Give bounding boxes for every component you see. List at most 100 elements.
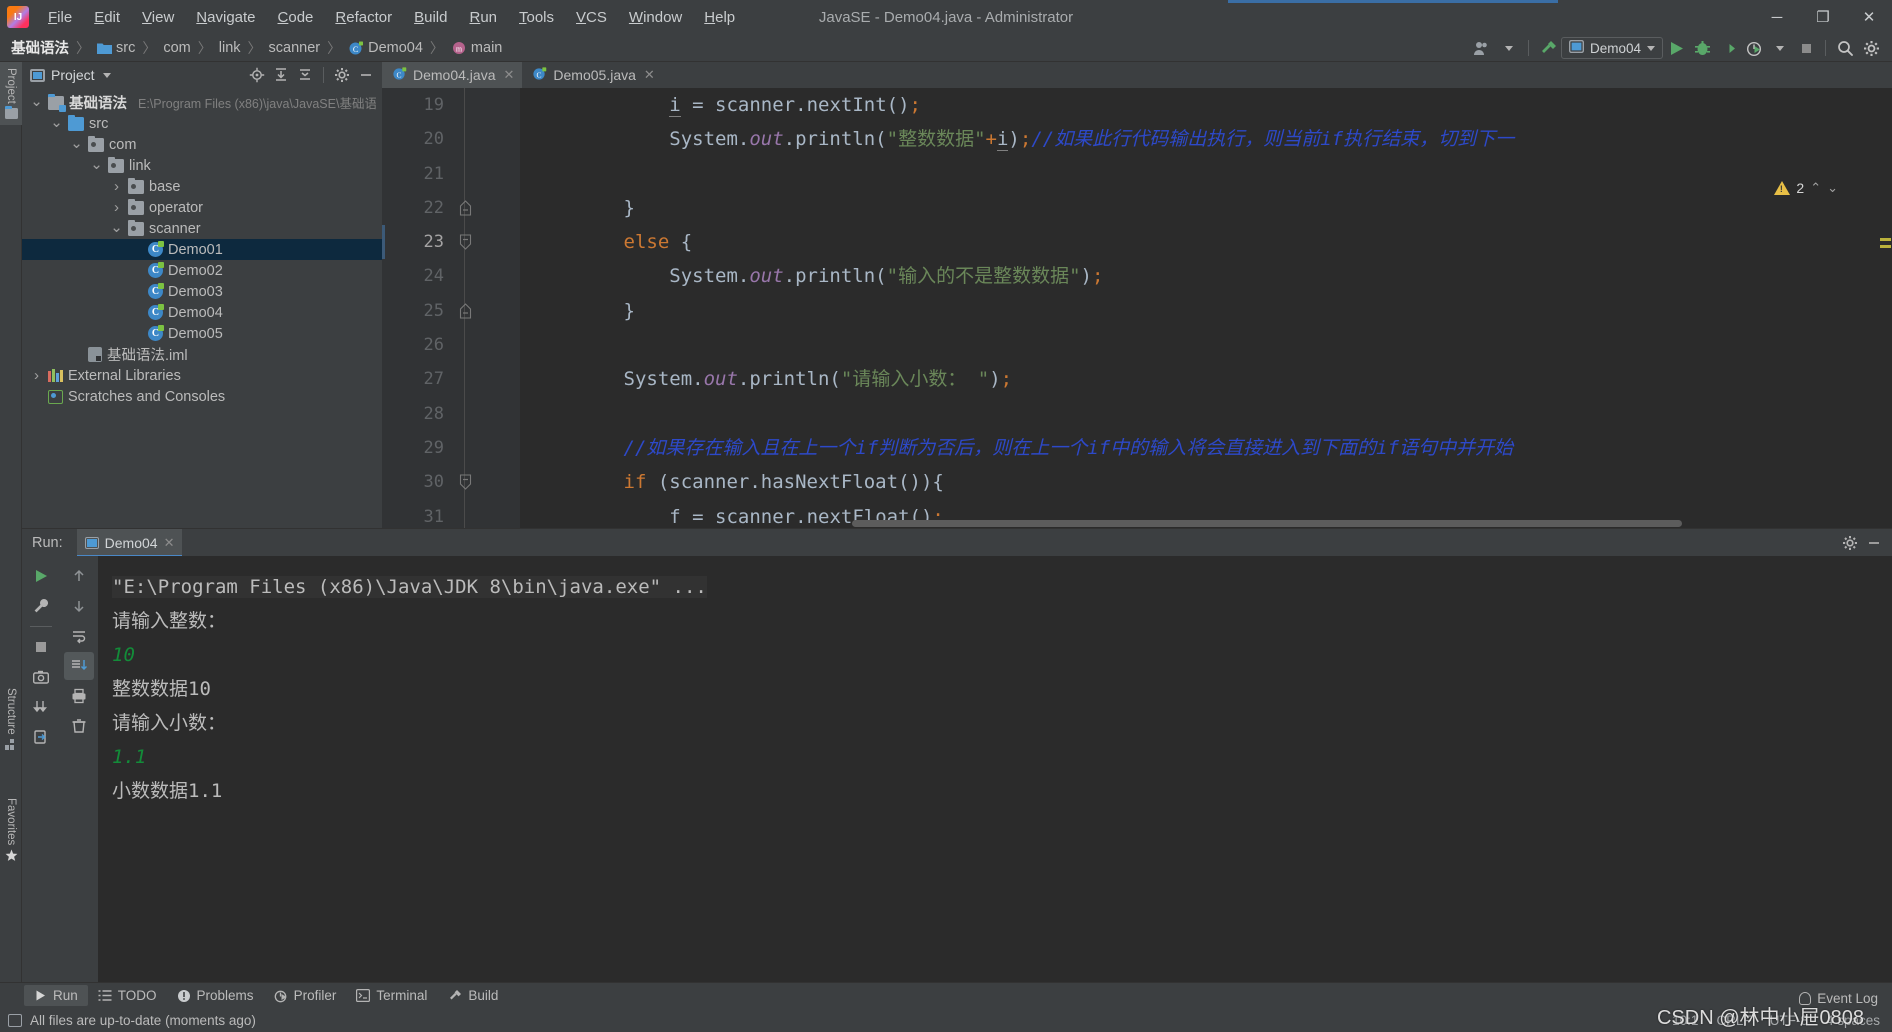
breadcrumb-item-com[interactable]: com: [162, 40, 191, 56]
thread-dump-icon[interactable]: [26, 693, 56, 721]
tree-node-link[interactable]: ⌄ link: [22, 155, 382, 176]
warning-marker[interactable]: [1880, 245, 1891, 248]
bottom-tool-todo[interactable]: TODO: [88, 985, 167, 1006]
warning-marker[interactable]: [1880, 238, 1891, 241]
profiler-button[interactable]: [1741, 36, 1767, 60]
tree-node-Demo03[interactable]: C Demo03: [22, 281, 382, 302]
menu-item-tools[interactable]: Tools: [508, 6, 565, 29]
editor-marker-track[interactable]: [1878, 114, 1892, 528]
run-button[interactable]: [1663, 36, 1689, 60]
debug-button[interactable]: [1689, 36, 1715, 60]
tree-node-External Libraries[interactable]: › External Libraries: [22, 365, 382, 386]
chevron-right-icon[interactable]: ›: [110, 178, 123, 195]
rerun-button[interactable]: [26, 562, 56, 590]
console-output[interactable]: "E:\Program Files (x86)\Java\JDK 8\bin\j…: [98, 556, 1892, 1008]
tree-node-Scratches and Consoles[interactable]: Scratches and Consoles: [22, 386, 382, 407]
chevron-down-icon[interactable]: [102, 72, 111, 78]
scroll-to-end-icon[interactable]: [64, 652, 94, 680]
editor-horizontal-scrollbar[interactable]: [852, 520, 1682, 527]
menu-item-view[interactable]: View: [131, 6, 185, 29]
hide-panel-icon[interactable]: [354, 64, 378, 86]
bottom-tool-run[interactable]: Run: [24, 985, 88, 1006]
menu-item-build[interactable]: Build: [403, 6, 458, 29]
status-indent-setting[interactable]: 4 spaces: [1826, 1013, 1880, 1028]
camera-dump-icon[interactable]: [26, 663, 56, 691]
code-editor[interactable]: 19 20 21 22 23 24 25 26 27 28 29 30 31 i = scanner.n…: [382, 88, 1892, 528]
bottom-tool-problems[interactable]: Problems: [167, 985, 264, 1006]
run-with-coverage-button[interactable]: [1715, 36, 1741, 60]
tree-node-Demo05[interactable]: C Demo05: [22, 323, 382, 344]
status-line-separator[interactable]: CRLF: [1716, 1013, 1751, 1028]
down-arrow-icon[interactable]: [64, 592, 94, 620]
export-icon[interactable]: [26, 723, 56, 751]
menu-item-code[interactable]: Code: [267, 6, 325, 29]
tree-node-基础语法[interactable]: ⌄ 基础语法 E:\Program Files (x86)\java\JavaSE\…: [22, 92, 382, 113]
breadcrumb-item-link[interactable]: link: [218, 40, 242, 56]
close-icon[interactable]: ✕: [644, 67, 655, 83]
clear-all-icon[interactable]: [64, 712, 94, 740]
editor-tab-Demo05[interactable]: C Demo05.java ✕: [522, 62, 662, 88]
status-file-encoding[interactable]: UTF-8: [1770, 1013, 1808, 1028]
expand-all-icon[interactable]: [269, 64, 293, 86]
wrench-settings-icon[interactable]: [26, 592, 56, 620]
menu-item-file[interactable]: File: [37, 6, 83, 29]
chevron-right-icon[interactable]: ›: [30, 367, 43, 384]
stop-button[interactable]: [1793, 36, 1819, 60]
tree-node-基础语法.iml[interactable]: 基础语法.iml: [22, 344, 382, 365]
sidebar-item-project[interactable]: Project: [0, 62, 22, 125]
fold-end-icon[interactable]: [458, 303, 472, 319]
menu-item-navigate[interactable]: Navigate: [185, 6, 266, 29]
chevron-down-icon[interactable]: ⌄: [90, 155, 103, 173]
breadcrumb-item-src[interactable]: src: [96, 40, 136, 56]
chevron-down-icon[interactable]: [1767, 36, 1793, 60]
menu-item-vcs[interactable]: VCS: [565, 6, 618, 29]
settings-gear-icon[interactable]: [330, 64, 354, 86]
menu-item-refactor[interactable]: Refactor: [324, 6, 403, 29]
close-icon[interactable]: ✕: [504, 67, 515, 83]
fold-collapse-icon[interactable]: [458, 234, 472, 250]
breadcrumb-item-main[interactable]: m main: [450, 40, 503, 56]
chevron-down-icon[interactable]: ⌄: [50, 113, 63, 131]
bottom-tool-build[interactable]: Build: [437, 985, 508, 1006]
chevron-down-icon[interactable]: ⌄: [30, 92, 43, 110]
breadcrumb-item-scanner[interactable]: scanner: [268, 40, 322, 56]
hide-panel-icon[interactable]: [1862, 532, 1886, 554]
chevron-down-icon[interactable]: ⌄: [70, 134, 83, 152]
soft-wrap-icon[interactable]: [64, 622, 94, 650]
event-log-button[interactable]: Event Log: [1799, 991, 1878, 1006]
sidebar-item-structure[interactable]: Structure: [0, 682, 22, 756]
user-icon[interactable]: [1470, 36, 1496, 60]
stop-button[interactable]: [26, 633, 56, 661]
inspection-widget[interactable]: 2 ⌃ ⌄: [1774, 180, 1838, 196]
minimize-button[interactable]: ─: [1754, 0, 1800, 34]
run-configuration-selector[interactable]: Demo04: [1560, 37, 1663, 59]
menu-item-run[interactable]: Run: [458, 6, 508, 29]
build-hammer-icon[interactable]: [1535, 36, 1561, 60]
sidebar-item-favorites[interactable]: Favorites: [0, 792, 22, 868]
tree-node-scanner[interactable]: ⌄ scanner: [22, 218, 382, 239]
next-highlight-icon[interactable]: ⌄: [1827, 180, 1838, 196]
chevron-down-icon[interactable]: ⌄: [110, 218, 123, 236]
status-caret-position[interactable]: 10:1: [1672, 1013, 1698, 1028]
tree-node-base[interactable]: › base: [22, 176, 382, 197]
run-tab-demo04[interactable]: Demo04 ✕: [76, 528, 183, 557]
breadcrumb-item-Demo04[interactable]: C Demo04: [347, 40, 424, 56]
tree-node-Demo01[interactable]: C Demo01: [22, 239, 382, 260]
collapse-all-icon[interactable]: [293, 64, 317, 86]
fold-collapse-icon[interactable]: [458, 474, 472, 491]
up-arrow-icon[interactable]: [64, 562, 94, 590]
menu-item-help[interactable]: Help: [693, 6, 746, 29]
chevron-down-icon[interactable]: [1496, 36, 1522, 60]
menu-item-edit[interactable]: Edit: [83, 6, 131, 29]
settings-gear-icon[interactable]: [1838, 532, 1862, 554]
previous-highlight-icon[interactable]: ⌃: [1810, 180, 1821, 196]
settings-gear-icon[interactable]: [1858, 36, 1884, 60]
chevron-right-icon[interactable]: ›: [110, 199, 123, 216]
bottom-tool-profiler[interactable]: Profiler: [264, 985, 347, 1006]
search-everywhere-icon[interactable]: [1832, 36, 1858, 60]
bottom-tool-terminal[interactable]: Terminal: [346, 985, 437, 1006]
maximize-button[interactable]: ❐: [1800, 0, 1846, 34]
fold-end-icon[interactable]: [458, 200, 472, 216]
code-content[interactable]: i = scanner.nextInt(); System.out.printl…: [532, 88, 1892, 528]
close-button[interactable]: ✕: [1846, 0, 1892, 34]
